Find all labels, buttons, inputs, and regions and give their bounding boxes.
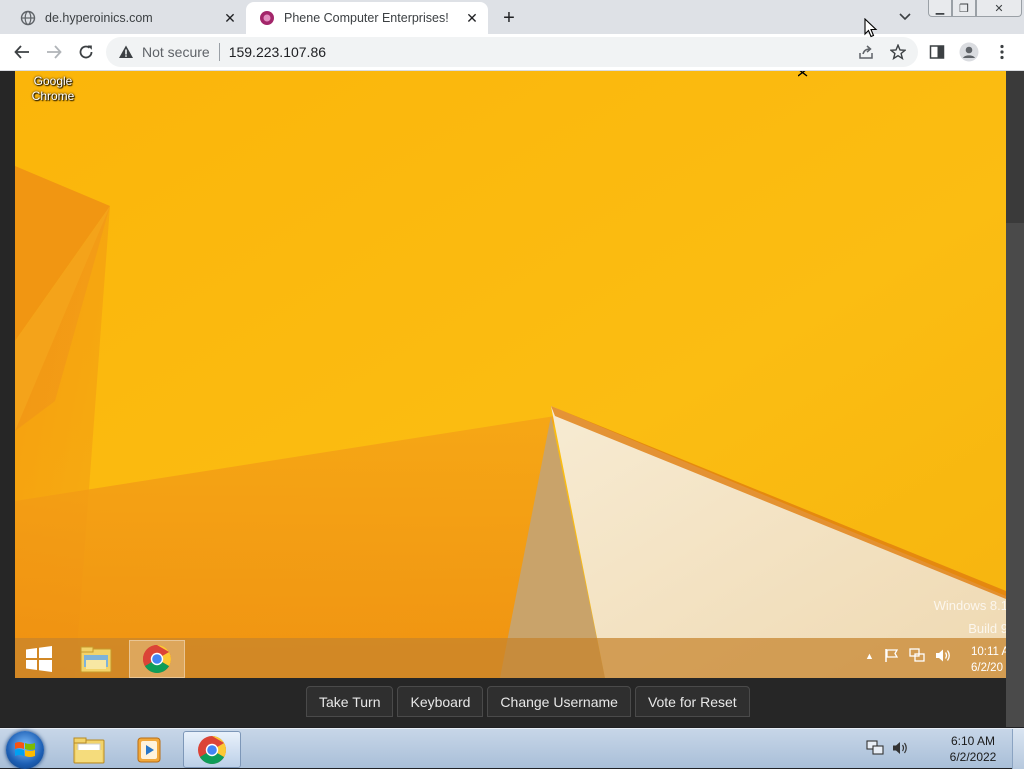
share-button[interactable] <box>852 38 880 66</box>
close-button[interactable]: ✕ <box>976 0 1022 17</box>
remote-cursor-icon <box>798 71 808 77</box>
restore-button[interactable]: ❐ <box>952 0 976 17</box>
site-favicon-icon <box>260 11 274 25</box>
host-clock-date: 6/2/2022 <box>949 750 997 764</box>
windows-watermark-line2: Build 9 <box>968 621 1006 636</box>
take-turn-button[interactable]: Take Turn <box>306 686 394 717</box>
chrome-icon <box>198 735 226 764</box>
mouse-cursor-icon <box>864 18 878 38</box>
tab-close-icon[interactable]: ✕ <box>460 6 484 30</box>
url-text[interactable]: 159.223.107.86 <box>229 44 326 60</box>
windows-logo-icon <box>15 742 35 757</box>
address-divider <box>218 43 220 61</box>
explorer-taskbar-button[interactable] <box>60 731 118 768</box>
side-panel-icon <box>929 45 945 59</box>
minimize-button[interactable]: ▁ <box>928 0 952 17</box>
back-button[interactable] <box>8 38 36 66</box>
show-desktop-button[interactable] <box>1012 729 1024 769</box>
remote-clock-time: 10:11 A <box>971 646 1006 658</box>
vote-for-reset-button[interactable]: Vote for Reset <box>634 686 750 717</box>
folder-icon <box>80 646 112 673</box>
chevron-down-icon <box>899 13 911 21</box>
host-system-tray <box>866 740 910 756</box>
tab-close-icon[interactable]: ✕ <box>218 6 242 30</box>
media-player-icon <box>137 737 161 762</box>
chrome-icon <box>143 645 171 673</box>
tab-search-button[interactable] <box>893 6 917 28</box>
security-label[interactable]: Not secure <box>142 44 210 60</box>
host-clock-time: 6:10 AM <box>950 734 996 748</box>
globe-icon <box>20 10 36 26</box>
remote-explorer-button[interactable] <box>68 640 124 678</box>
page-scrollbar[interactable] <box>1006 71 1024 727</box>
change-username-button[interactable]: Change Username <box>487 686 631 717</box>
chrome-taskbar-button[interactable] <box>183 731 241 768</box>
avatar-icon <box>959 42 979 62</box>
folder-icon <box>73 737 105 763</box>
remote-taskbar: ▲ 10:11 A 6/2/20 <box>15 638 1006 678</box>
tab-title: Phene Computer Enterprises! <box>284 11 449 25</box>
volume-icon[interactable] <box>935 648 952 663</box>
remote-desktop-screen[interactable]: Google Chrome Windows 8.1 Build 9 ▲ 10:1… <box>15 71 1006 678</box>
desktop-icon-chrome-label[interactable]: Google Chrome <box>23 74 83 104</box>
remote-chrome-button[interactable] <box>129 640 185 678</box>
wallpaper <box>15 71 1006 678</box>
reload-icon <box>79 45 93 59</box>
windows-start-icon[interactable] <box>25 646 53 672</box>
media-player-taskbar-button[interactable] <box>120 731 178 768</box>
arrow-left-icon <box>14 45 29 59</box>
host-taskbar: 6:10 AM 6/2/2022 <box>0 728 1024 769</box>
bookmark-button[interactable] <box>884 38 912 66</box>
tab-title: de.hyperoinics.com <box>45 11 153 25</box>
keyboard-button[interactable]: Keyboard <box>397 686 484 717</box>
start-button[interactable] <box>6 731 44 769</box>
tab-de-hyperoinics[interactable]: de.hyperoinics.com ✕ <box>0 2 246 34</box>
remote-clock[interactable]: 10:11 A 6/2/20 <box>971 644 1006 676</box>
profile-button[interactable] <box>955 38 983 66</box>
arrow-right-icon <box>47 45 62 59</box>
star-icon <box>890 44 906 60</box>
address-bar[interactable]: Not secure 159.223.107.86 <box>106 37 918 67</box>
tab-phene-computer[interactable]: Phene Computer Enterprises! ✕ <box>246 2 488 34</box>
control-bar: Take Turn Keyboard Change Username Vote … <box>306 686 750 717</box>
host-clock[interactable]: 6:10 AM 6/2/2022 <box>940 733 1006 765</box>
new-tab-button[interactable]: + <box>496 6 522 30</box>
tray-expand-icon[interactable]: ▲ <box>865 651 874 661</box>
warning-icon[interactable] <box>118 44 134 60</box>
volume-icon[interactable] <box>892 740 910 756</box>
network-icon[interactable] <box>866 740 884 756</box>
reload-button[interactable] <box>72 38 100 66</box>
scrollbar-thumb[interactable] <box>1006 223 1024 727</box>
browser-toolbar: Not secure 159.223.107.86 <box>0 34 1024 71</box>
side-panel-button[interactable] <box>923 38 951 66</box>
share-icon <box>859 45 873 59</box>
remote-clock-date: 6/2/20 <box>971 662 1003 674</box>
more-vert-icon <box>1000 44 1004 60</box>
remote-system-tray: ▲ <box>865 648 952 663</box>
remote-viewport: Google Chrome Windows 8.1 Build 9 ▲ 10:1… <box>0 71 1024 727</box>
flag-icon[interactable] <box>884 648 899 663</box>
network-icon[interactable] <box>909 648 925 663</box>
windows-watermark-line1: Windows 8.1 <box>933 598 1006 613</box>
forward-button[interactable] <box>40 38 68 66</box>
window-controls: ▁ ❐ ✕ <box>928 0 1022 18</box>
menu-button[interactable] <box>988 38 1016 66</box>
